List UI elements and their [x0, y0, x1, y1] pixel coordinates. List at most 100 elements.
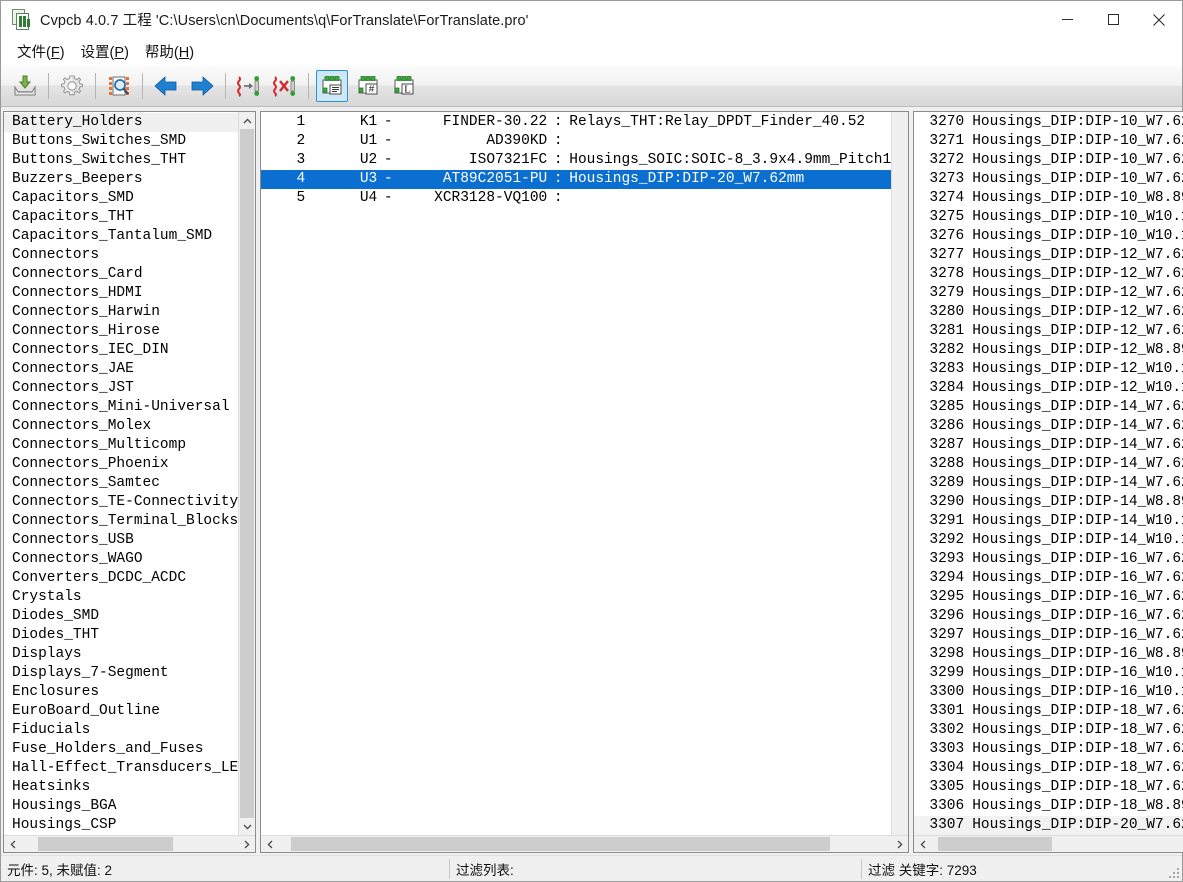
library-scroll-up-arrow[interactable] [239, 112, 256, 129]
footprint-row[interactable]: 3286 Housings_DIP:DIP-14_W7.62mm_LongPad [914, 417, 1183, 436]
library-hscroll-track[interactable] [21, 836, 239, 852]
show-library-button[interactable]: L [388, 70, 420, 102]
previous-unlinked-button[interactable] [150, 70, 182, 102]
footprint-row[interactable]: 3301 Housings_DIP:DIP-18_W7.62mm [914, 702, 1183, 721]
component-hscroll-right-arrow[interactable] [891, 836, 909, 852]
library-hscroll-right-arrow[interactable] [238, 836, 256, 852]
minimize-button[interactable] [1044, 1, 1090, 38]
footprint-row[interactable]: 3273 Housings_DIP:DIP-10_W7.62mm_Socket_ [914, 170, 1183, 189]
library-list-item[interactable]: Connectors_HDMI [4, 284, 238, 303]
library-scroll-down-arrow[interactable] [239, 818, 256, 835]
library-list-item[interactable]: Heatsinks [4, 778, 238, 797]
component-hscroll-track[interactable] [278, 836, 892, 852]
library-list-item[interactable]: Displays [4, 645, 238, 664]
library-list-item[interactable]: Connectors_Samtec [4, 474, 238, 493]
footprint-row[interactable]: 3290 Housings_DIP:DIP-14_W8.89mm_SMDSock [914, 493, 1183, 512]
library-hscroll-thumb[interactable] [38, 837, 174, 851]
library-list-item[interactable]: Connectors_Mini-Universal [4, 398, 238, 417]
library-list-item[interactable]: Housings_CSP [4, 816, 238, 835]
library-list-item[interactable]: Converters_DCDC_ACDC [4, 569, 238, 588]
auto-associate-button[interactable] [233, 70, 265, 102]
footprint-hscroll-track[interactable] [931, 836, 1183, 852]
component-association-list[interactable]: 1 K1- FINDER-30.22: Relays_THT:Relay_DPDT_F… [261, 112, 892, 835]
footprint-row[interactable]: 3287 Housings_DIP:DIP-14_W7.62mm_SMDSock [914, 436, 1183, 455]
footprint-library-list[interactable]: Battery_Holders Buttons_Switches_SMD Butto… [4, 112, 239, 835]
component-vertical-scrollbar[interactable] [891, 112, 909, 835]
footprint-row[interactable]: 3285 Housings_DIP:DIP-14_W7.62mm [914, 398, 1183, 417]
close-button[interactable] [1136, 1, 1182, 38]
library-list-item[interactable]: Connectors_Harwin [4, 303, 238, 322]
library-hscroll-left-arrow[interactable] [4, 836, 21, 852]
library-horizontal-scrollbar[interactable] [4, 835, 256, 852]
footprint-row[interactable]: 3283 Housings_DIP:DIP-12_W10.16mm [914, 360, 1183, 379]
library-list-item[interactable]: Diodes_SMD [4, 607, 238, 626]
footprint-candidate-list[interactable]: 3270Housings_DIP:DIP-10_W7.62mm_LongPad3… [914, 112, 1183, 835]
library-list-item[interactable]: Fuse_Holders_and_Fuses [4, 740, 238, 759]
footprint-row[interactable]: 3306 Housings_DIP:DIP-18_W8.89mm_SMDSock [914, 797, 1183, 816]
footprint-row[interactable]: 3281 Housings_DIP:DIP-12_W7.62mm_Socket_ [914, 322, 1183, 341]
library-list-item[interactable]: Connectors_Hirose [4, 322, 238, 341]
component-row[interactable]: 5 U4- XCR3128-VQ100: [261, 189, 891, 208]
library-list-item[interactable]: Buzzers_Beepers [4, 170, 238, 189]
next-unlinked-button[interactable] [186, 70, 218, 102]
library-list-item[interactable]: Hall-Effect_Transducers_LE [4, 759, 238, 778]
library-list-item[interactable]: Connectors_Terminal_Blocks [4, 512, 238, 531]
footprint-row[interactable]: 3296 Housings_DIP:DIP-16_W7.62mm_Socket [914, 607, 1183, 626]
footprint-row[interactable]: 3282 Housings_DIP:DIP-12_W8.89mm_SMDSock [914, 341, 1183, 360]
component-row[interactable]: 2 U1- AD390KD: [261, 132, 891, 151]
library-list-item[interactable]: Battery_Holders [4, 113, 239, 132]
library-list-item[interactable]: Buttons_Switches_THT [4, 151, 238, 170]
footprint-row[interactable]: 3304 Housings_DIP:DIP-18_W7.62mm_Socket [914, 759, 1183, 778]
component-scroll-track[interactable] [892, 112, 909, 835]
library-list-item[interactable]: Connectors_Card [4, 265, 238, 284]
footprint-row[interactable]: 3278 Housings_DIP:DIP-12_W7.62mm_LongPad [914, 265, 1183, 284]
component-hscroll-thumb[interactable] [290, 837, 830, 851]
library-list-item[interactable]: Connectors_IEC_DIN [4, 341, 238, 360]
library-list-item[interactable]: EuroBoard_Outline [4, 702, 238, 721]
library-list-item[interactable]: Connectors_TE-Connectivity [4, 493, 238, 512]
library-list-item[interactable]: Connectors_Multicomp [4, 436, 238, 455]
library-list-item[interactable]: Connectors_Molex [4, 417, 238, 436]
component-horizontal-scrollbar[interactable] [261, 835, 909, 852]
footprint-row[interactable]: 3279 Housings_DIP:DIP-12_W7.62mm_SMDSock [914, 284, 1183, 303]
footprint-hscroll-left-arrow[interactable] [914, 836, 932, 852]
footprint-row[interactable]: 3303 Housings_DIP:DIP-18_W7.62mm_SMDSock [914, 740, 1183, 759]
delete-associations-button[interactable] [269, 70, 301, 102]
footprint-row[interactable]: 3277 Housings_DIP:DIP-12_W7.62mm [914, 246, 1183, 265]
footprint-hscroll-thumb[interactable] [938, 837, 1053, 851]
footprint-row[interactable]: 3300 Housings_DIP:DIP-16_W10.16mm_LongPa [914, 683, 1183, 702]
footprint-row[interactable]: 3289 Housings_DIP:DIP-14_W7.62mm_Socket_ [914, 474, 1183, 493]
footprint-row[interactable]: 3291 Housings_DIP:DIP-14_W10.16mm [914, 512, 1183, 531]
footprint-row[interactable]: 3271 Housings_DIP:DIP-10_W7.62mm_SMDSock [914, 132, 1183, 151]
footprint-horizontal-scrollbar[interactable] [914, 835, 1183, 852]
footprint-row[interactable]: 3305 Housings_DIP:DIP-18_W7.62mm_Socket_ [914, 778, 1183, 797]
menu-settings[interactable]: 设置(P) [73, 39, 137, 64]
library-scroll-thumb[interactable] [240, 129, 255, 818]
library-list-item[interactable]: Buttons_Switches_SMD [4, 132, 238, 151]
footprint-row[interactable]: 3299 Housings_DIP:DIP-16_W10.16mm [914, 664, 1183, 683]
footprint-row[interactable]: 3284 Housings_DIP:DIP-12_W10.16mm_LongPa [914, 379, 1183, 398]
component-hscroll-left-arrow[interactable] [261, 836, 279, 852]
save-netlist-button[interactable] [9, 70, 41, 102]
configure-paths-button[interactable] [56, 70, 88, 102]
footprint-row[interactable]: 3275 Housings_DIP:DIP-10_W10.16mm [914, 208, 1183, 227]
library-list-item[interactable]: Crystals [4, 588, 238, 607]
library-list-item[interactable]: Diodes_THT [4, 626, 238, 645]
footprint-row[interactable]: 3307 Housings_DIP:DIP-20_W7.62mm [914, 816, 1183, 835]
footprint-row[interactable]: 3292 Housings_DIP:DIP-14_W10.16mm_LongPa [914, 531, 1183, 550]
maximize-button[interactable] [1090, 1, 1136, 38]
footprint-row[interactable]: 3293 Housings_DIP:DIP-16_W7.62mm [914, 550, 1183, 569]
library-list-item[interactable]: Capacitors_SMD [4, 189, 238, 208]
library-list-item[interactable]: Fiducials [4, 721, 238, 740]
component-row[interactable]: 4 U3- AT89C2051-PU: Housings_DIP:DIP-20_W7.… [261, 170, 892, 189]
menu-file[interactable]: 文件(F) [9, 39, 73, 64]
library-list-item[interactable]: Enclosures [4, 683, 238, 702]
component-row[interactable]: 1 K1- FINDER-30.22: Relays_THT:Relay_DPDT_F… [261, 113, 891, 132]
library-list-item[interactable]: Connectors_WAGO [4, 550, 238, 569]
footprint-row[interactable]: 3274 Housings_DIP:DIP-10_W8.89mm_SMDSock [914, 189, 1183, 208]
library-list-item[interactable]: Connectors_Phoenix [4, 455, 238, 474]
view-footprint-button[interactable] [103, 70, 135, 102]
library-vertical-scrollbar[interactable] [238, 112, 256, 835]
library-scroll-track[interactable] [239, 129, 256, 818]
library-list-item[interactable]: Connectors [4, 246, 238, 265]
